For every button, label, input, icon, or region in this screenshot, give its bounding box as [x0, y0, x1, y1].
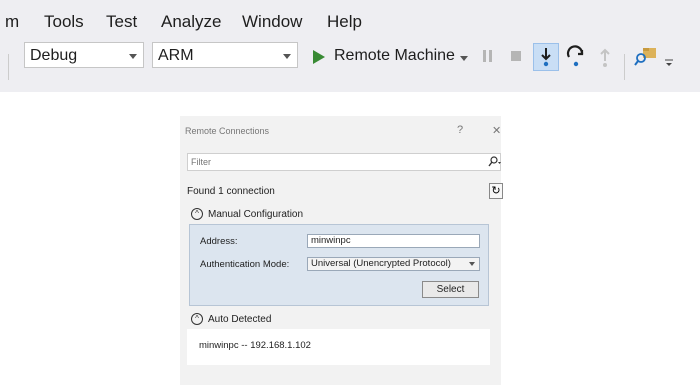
step-into-button[interactable] — [533, 43, 559, 71]
step-over-icon — [566, 45, 584, 67]
filter-input[interactable] — [191, 155, 461, 169]
select-button[interactable]: Select — [422, 281, 479, 298]
chevron-down-icon — [283, 54, 291, 59]
stop-icon — [511, 51, 521, 61]
refresh-button[interactable]: ↻ — [489, 183, 503, 199]
start-debugging-button[interactable]: Remote Machine — [310, 47, 470, 67]
found-connections-text: Found 1 connection — [187, 186, 275, 197]
list-item[interactable]: minwinpc -- 192.168.1.102 — [199, 340, 311, 351]
authentication-mode-select[interactable]: Universal (Unencrypted Protocol) — [307, 257, 480, 271]
auto-detected-header[interactable]: ^ Auto Detected — [187, 311, 487, 329]
step-out-icon — [600, 48, 610, 67]
step-out-button[interactable] — [596, 45, 614, 74]
stop-button[interactable] — [508, 48, 524, 69]
search-icon[interactable] — [487, 156, 501, 168]
manual-configuration-header[interactable]: ^ Manual Configuration — [187, 206, 487, 224]
toolbar-overflow-button[interactable] — [664, 56, 674, 74]
filter-box — [187, 153, 501, 171]
play-icon — [313, 50, 325, 64]
configuration-dropdown[interactable]: Debug — [24, 42, 144, 68]
refresh-icon: ↻ — [491, 185, 501, 197]
menu-item-tools[interactable]: Tools — [44, 12, 84, 32]
menu-item-test[interactable]: Test — [106, 12, 137, 32]
menu-bar: m Tools Test Analyze Window Help — [0, 0, 700, 40]
step-into-icon — [541, 48, 551, 67]
platform-value: ARM — [158, 47, 194, 64]
toolbar-separator — [8, 54, 9, 80]
menu-item-window[interactable]: Window — [242, 12, 302, 32]
address-label: Address: — [200, 236, 238, 247]
menu-item-analyze[interactable]: Analyze — [161, 12, 221, 32]
chevron-down-icon — [460, 56, 468, 61]
platform-dropdown[interactable]: ARM — [152, 42, 298, 68]
close-button[interactable]: ✕ — [492, 124, 501, 137]
step-over-button[interactable] — [565, 45, 587, 74]
find-folder-icon — [634, 48, 656, 66]
menu-item-help[interactable]: Help — [327, 12, 362, 32]
toolbar-separator — [624, 54, 625, 80]
pause-icon — [483, 50, 492, 62]
find-in-files-button[interactable] — [634, 45, 658, 74]
chevron-up-icon: ^ — [191, 313, 203, 325]
chevron-down-icon — [129, 54, 137, 59]
auto-detected-list: minwinpc -- 192.168.1.102 — [187, 329, 490, 365]
chevron-up-icon: ^ — [191, 208, 203, 220]
dialog-title: Remote Connections — [185, 126, 270, 136]
pause-button[interactable] — [481, 48, 495, 69]
address-field[interactable]: minwinpc — [307, 234, 480, 248]
overflow-icon — [665, 59, 673, 66]
run-target-label: Remote Machine — [334, 47, 455, 64]
authentication-mode-value: Universal (Unencrypted Protocol) — [311, 258, 451, 269]
authentication-mode-label: Authentication Mode: — [200, 259, 290, 270]
help-button[interactable]: ? — [457, 124, 463, 136]
manual-configuration-title: Manual Configuration — [208, 209, 304, 220]
menu-item-partial[interactable]: m — [5, 12, 19, 32]
configuration-value: Debug — [30, 47, 78, 64]
auto-detected-title: Auto Detected — [208, 314, 272, 325]
remote-connections-dialog: Remote Connections ? ✕ Found 1 connectio… — [180, 116, 503, 385]
chevron-down-icon — [469, 262, 475, 266]
